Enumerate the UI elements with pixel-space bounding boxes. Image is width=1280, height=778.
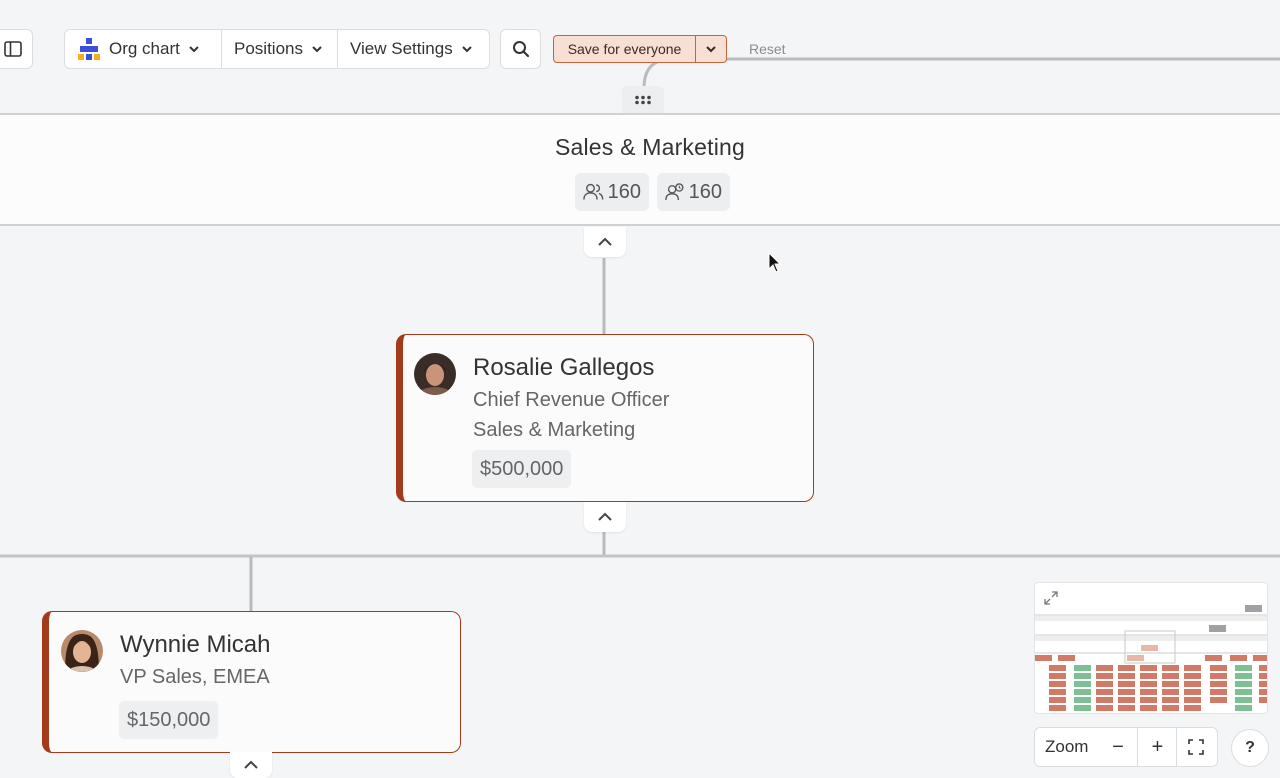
- positions-value: 160: [688, 180, 722, 203]
- positions-label: Positions: [234, 39, 303, 58]
- drag-handle[interactable]: [622, 86, 664, 114]
- org-chart-logo-icon: [78, 38, 100, 60]
- search-icon: [512, 41, 529, 58]
- chevron-down-icon: [312, 46, 322, 53]
- collapse-reports-button[interactable]: [584, 502, 626, 532]
- org-chart-dropdown[interactable]: Org chart: [65, 30, 222, 68]
- headcount-badge: 160: [575, 173, 649, 211]
- grip-dots-icon: [635, 95, 651, 105]
- chevron-up-icon: [598, 237, 612, 246]
- sidebar-icon: [3, 41, 22, 57]
- department-title: Sales & Marketing: [554, 134, 746, 160]
- position-clock-icon: [665, 183, 684, 201]
- people-icon: [583, 183, 604, 200]
- zoom-in-button[interactable]: +: [1137, 728, 1176, 766]
- help-button[interactable]: ?: [1231, 729, 1269, 767]
- chevron-down-icon: [189, 46, 199, 53]
- org-chart-label: Org chart: [109, 39, 180, 58]
- chevron-down-icon: [706, 46, 716, 53]
- card-salary: $500,000: [472, 450, 572, 488]
- avatar: [414, 353, 456, 395]
- headcount-value: 160: [607, 180, 641, 203]
- minimap[interactable]: [1034, 582, 1268, 714]
- chevron-up-icon: [598, 512, 612, 521]
- zoom-controls: Zoom − +: [1034, 727, 1218, 767]
- save-group: Save for everyone: [553, 35, 727, 63]
- sidebar-toggle-button[interactable]: [0, 29, 33, 69]
- card-name: Rosalie Gallegos: [473, 354, 655, 381]
- avatar: [61, 630, 103, 672]
- minimap-preview: [1035, 605, 1267, 711]
- chevron-down-icon: [461, 46, 472, 53]
- search-button[interactable]: [500, 29, 541, 69]
- minimap-columns: [1049, 665, 1267, 711]
- reset-button[interactable]: Reset: [749, 41, 786, 57]
- view-toolbar: Org chart Positions View Settings: [64, 29, 490, 69]
- zoom-out-button[interactable]: −: [1098, 728, 1137, 766]
- mouse-cursor-icon: [768, 252, 782, 273]
- view-settings-label: View Settings: [350, 39, 453, 58]
- position-card[interactable]: Wynnie Micah VP Sales, EMEA $150,000: [42, 611, 461, 753]
- view-settings-dropdown[interactable]: View Settings: [338, 30, 489, 68]
- fullscreen-icon: [1188, 739, 1205, 755]
- zoom-label: Zoom: [1045, 737, 1089, 756]
- save-for-everyone-button[interactable]: Save for everyone: [554, 36, 696, 62]
- card-department: Sales & Marketing: [473, 419, 636, 441]
- card-title: Chief Revenue Officer: [473, 389, 670, 411]
- position-card[interactable]: Rosalie Gallegos Chief Revenue Officer S…: [396, 334, 814, 502]
- collapse-department-button[interactable]: [584, 227, 626, 257]
- save-options-button[interactable]: [696, 36, 726, 62]
- card-name: Wynnie Micah: [120, 631, 271, 658]
- collapse-reports-button[interactable]: [230, 752, 272, 778]
- positions-dropdown[interactable]: Positions: [222, 30, 338, 68]
- chevron-up-icon: [244, 760, 258, 769]
- fit-to-screen-button[interactable]: [1176, 728, 1215, 766]
- card-title: VP Sales, EMEA: [120, 666, 270, 688]
- positions-badge: 160: [657, 173, 730, 211]
- card-salary: $150,000: [119, 701, 219, 739]
